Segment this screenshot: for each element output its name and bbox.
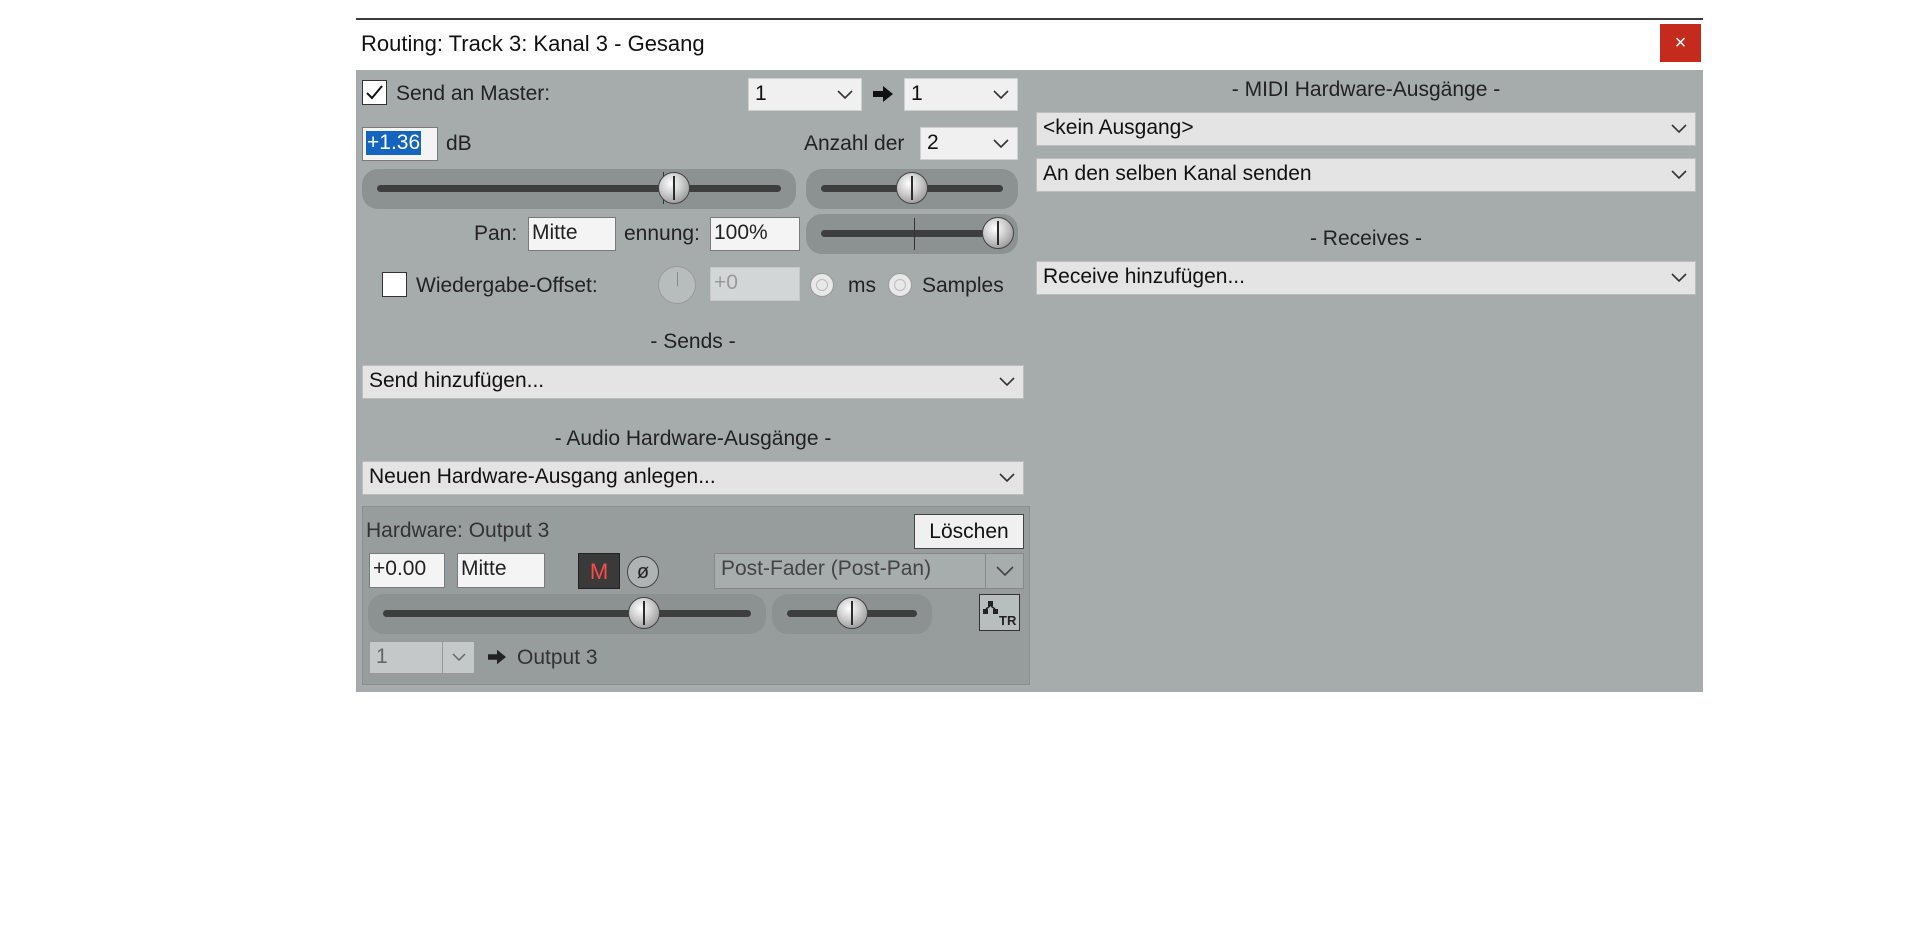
slider-groove: [377, 185, 781, 192]
samples-radio[interactable]: [888, 273, 912, 297]
chevron-down-icon: [452, 653, 466, 662]
chevron-down-icon: [837, 79, 853, 110]
dest-channel-dropdown[interactable]: 1: [904, 78, 1018, 111]
master-volume-value: +1.36: [366, 131, 422, 155]
hw-channel-dropdown[interactable]: 1: [369, 641, 475, 674]
midi-channel-value: An den selben Kanal senden: [1043, 162, 1312, 185]
hw-volume-value: +0.00: [373, 557, 427, 580]
check-icon: [366, 85, 383, 100]
offset-input[interactable]: +0: [710, 267, 800, 301]
routing-tr-icon: TR: [983, 601, 1017, 628]
volume-unit-label: dB: [446, 132, 472, 155]
phase-invert-button[interactable]: ø: [627, 556, 659, 588]
add-hw-output-dropdown[interactable]: Neuen Hardware-Ausgang anlegen...: [362, 461, 1024, 495]
width-input[interactable]: 100%: [710, 217, 800, 251]
master-volume-input[interactable]: +1.36: [362, 127, 438, 161]
arrow-right-icon: [872, 84, 894, 110]
hw-pan-slider[interactable]: [772, 594, 932, 634]
slider-knob[interactable]: [896, 172, 928, 204]
chevron-down-icon: [993, 128, 1009, 159]
slider-knob[interactable]: [982, 217, 1014, 249]
ms-radio[interactable]: [810, 273, 834, 297]
hw-volume-input[interactable]: +0.00: [369, 553, 445, 588]
source-channel-value: 1: [755, 82, 767, 105]
hw-output-name: Hardware: Output 3: [366, 519, 550, 542]
width-value: 100%: [714, 221, 768, 244]
offset-knob[interactable]: [658, 266, 696, 304]
midi-channel-dropdown[interactable]: An den selben Kanal senden: [1036, 158, 1696, 192]
hw-pan-value: Mitte: [461, 557, 507, 580]
add-receive-label: Receive hinzufügen...: [1043, 265, 1245, 288]
width-label: ennung:: [624, 222, 700, 245]
chevron-down-icon: [1671, 262, 1687, 294]
slider-knob[interactable]: [628, 597, 660, 629]
receives-header: - Receives -: [1309, 227, 1423, 250]
pan-input[interactable]: Mitte: [528, 217, 616, 251]
add-send-label: Send hinzufügen...: [369, 369, 545, 392]
hw-channel-value: 1: [376, 645, 388, 668]
pan-label: Pan:: [474, 222, 518, 245]
midi-output-value: <kein Ausgang>: [1043, 116, 1194, 139]
offset-value: +0: [714, 271, 738, 294]
chevron-down-icon: [996, 566, 1014, 576]
audio-hw-header: - Audio Hardware-Ausgänge -: [554, 427, 832, 450]
add-receive-dropdown[interactable]: Receive hinzufügen...: [1036, 261, 1696, 295]
slider-groove: [821, 230, 1003, 237]
offset-label: Wiedergabe-Offset:: [416, 274, 598, 297]
dest-channel-value: 1: [911, 82, 923, 105]
midi-output-dropdown[interactable]: <kein Ausgang>: [1036, 112, 1696, 146]
source-channel-dropdown[interactable]: 1: [748, 78, 862, 111]
mute-label: M: [589, 559, 609, 584]
chevron-down-icon: [1671, 159, 1687, 191]
add-send-dropdown[interactable]: Send hinzufügen...: [362, 365, 1024, 399]
routing-matrix-button[interactable]: TR: [979, 594, 1020, 631]
phase-icon: ø: [636, 561, 650, 583]
hw-send-mode-value: Post-Fader (Post-Pan): [721, 557, 932, 580]
chevron-down-icon: [993, 79, 1009, 110]
mute-button[interactable]: M: [578, 553, 620, 589]
offset-checkbox[interactable]: [382, 272, 407, 297]
channels-dropdown[interactable]: 2: [920, 127, 1018, 160]
hw-pan-input[interactable]: Mitte: [457, 553, 545, 588]
add-hw-output-label: Neuen Hardware-Ausgang anlegen...: [369, 465, 716, 488]
midi-hw-header: - MIDI Hardware-Ausgänge -: [1231, 78, 1501, 101]
master-volume-slider[interactable]: [362, 169, 796, 209]
knob-indicator: [677, 272, 678, 286]
sends-header: - Sends -: [650, 330, 736, 353]
send-to-master-label: Send an Master:: [396, 82, 551, 105]
chevron-down-icon: [999, 366, 1015, 398]
arrow-right-icon: [487, 648, 507, 672]
slider-knob[interactable]: [836, 597, 868, 629]
slider-center-mark: [914, 218, 915, 250]
hw-send-mode-dropdown[interactable]: Post-Fader (Post-Pan): [714, 553, 1024, 589]
svg-text:TR: TR: [999, 613, 1017, 628]
slider-knob[interactable]: [658, 172, 690, 204]
dropdown-button[interactable]: [442, 642, 474, 673]
close-button[interactable]: ×: [1660, 24, 1701, 62]
delete-hw-output-button[interactable]: Löschen: [914, 514, 1024, 549]
channels-label: Anzahl der: [804, 132, 905, 155]
ms-label: ms: [848, 274, 876, 297]
channels-value: 2: [927, 131, 939, 154]
chevron-down-icon: [999, 462, 1015, 494]
send-to-master-checkbox[interactable]: [362, 80, 387, 105]
master-pan-slider[interactable]: [806, 169, 1018, 209]
slider-groove: [383, 610, 751, 617]
chevron-down-icon: [1671, 113, 1687, 145]
hw-volume-slider[interactable]: [368, 594, 766, 634]
pan-value: Mitte: [532, 221, 578, 244]
window-title: Routing: Track 3: Kanal 3 - Gesang: [361, 31, 705, 56]
dropdown-button[interactable]: [985, 554, 1023, 588]
samples-label: Samples: [922, 274, 1004, 297]
width-slider[interactable]: [806, 214, 1018, 254]
hw-dest-label: Output 3: [517, 646, 598, 669]
